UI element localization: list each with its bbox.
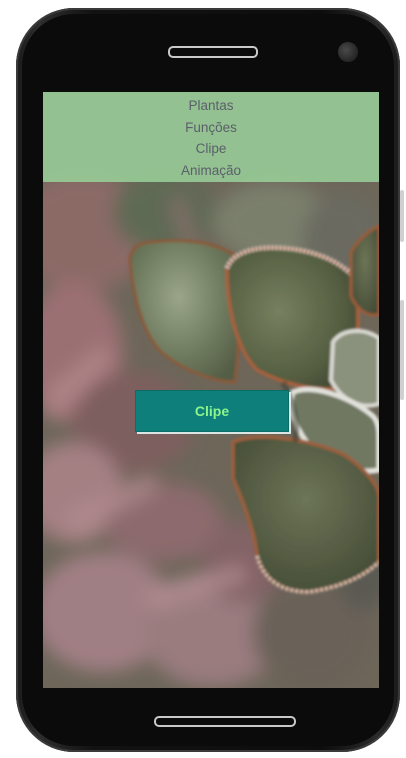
volume-button: [400, 190, 404, 242]
page: Plantas Funções Clipe Animação Clipe: [0, 0, 406, 758]
top-nav-menu: Plantas Funções Clipe Animação: [43, 92, 379, 182]
nav-item-animacao[interactable]: Animação: [181, 160, 241, 182]
front-camera-icon: [338, 42, 358, 62]
bottom-speaker: [154, 716, 296, 727]
power-button: [400, 300, 404, 400]
earpiece-speaker: [168, 46, 258, 58]
nav-item-funcoes[interactable]: Funções: [185, 117, 237, 139]
clipe-button[interactable]: Clipe: [135, 390, 289, 432]
app-screen: Plantas Funções Clipe Animação Clipe: [43, 92, 379, 688]
nav-item-clipe[interactable]: Clipe: [196, 138, 227, 160]
nav-item-plantas[interactable]: Plantas: [188, 95, 233, 117]
